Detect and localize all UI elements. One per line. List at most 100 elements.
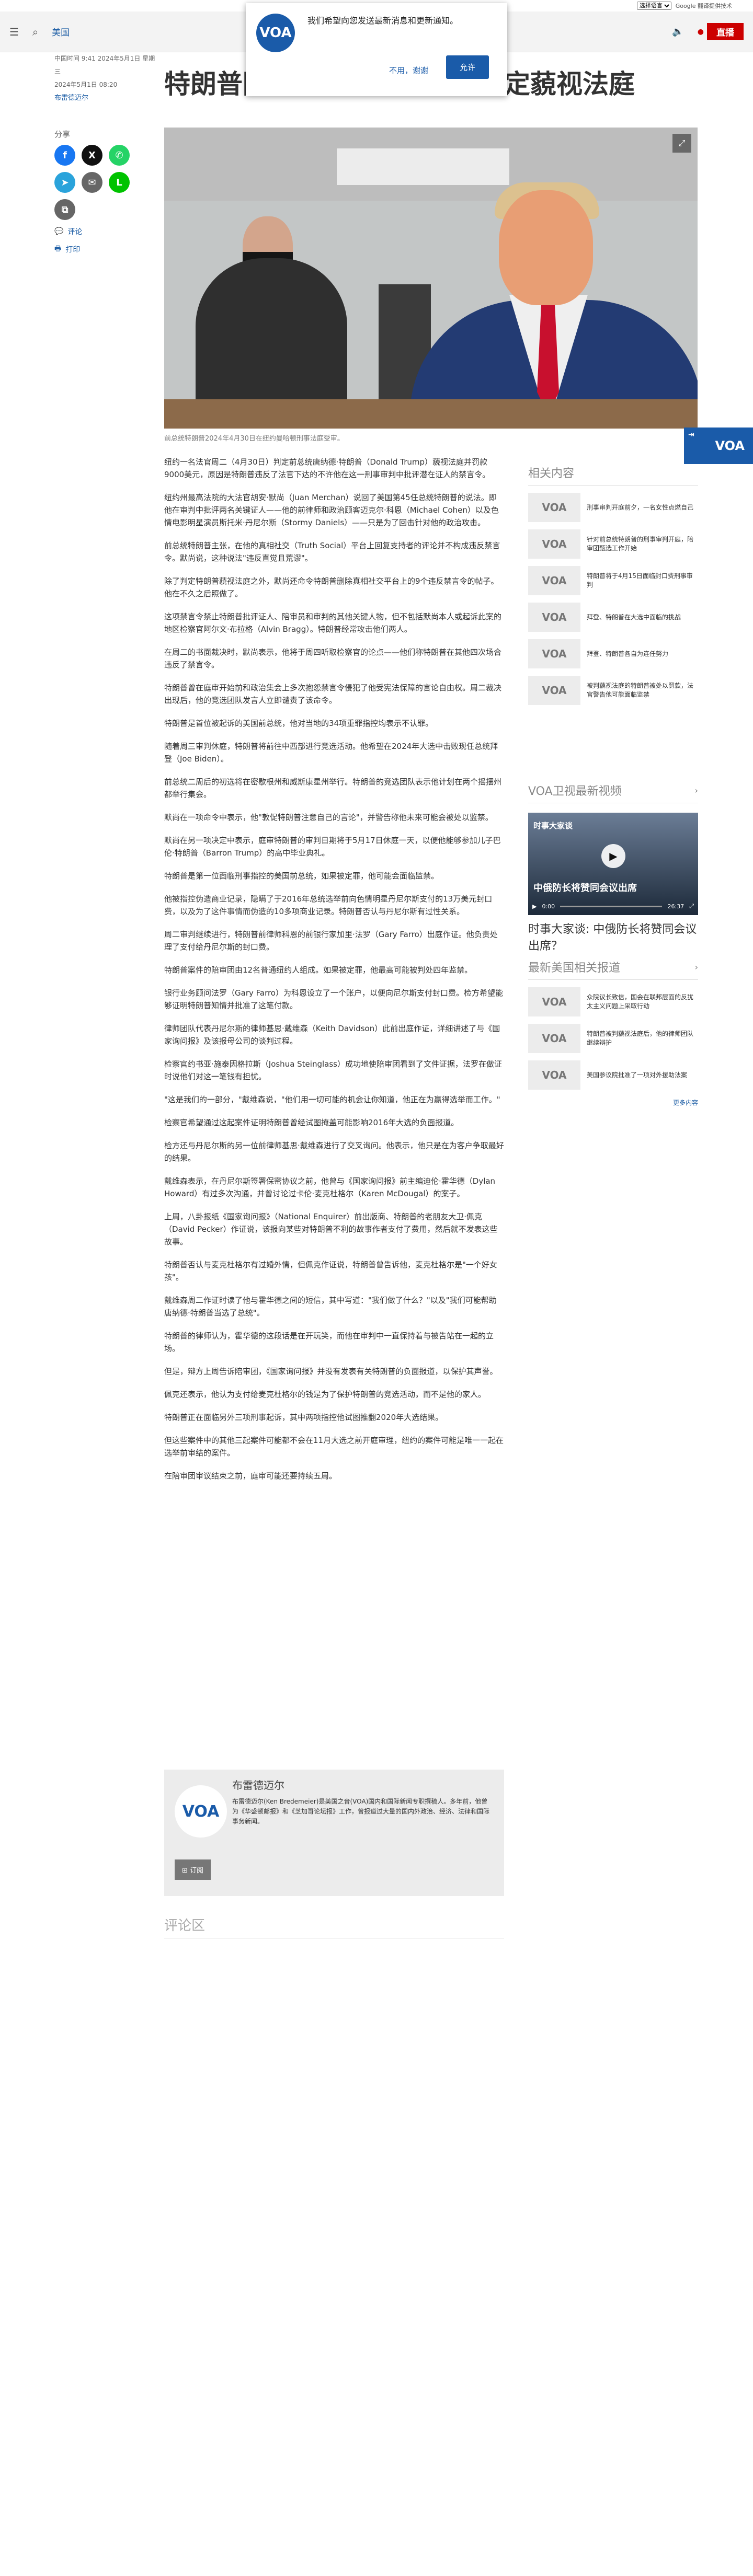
image-caption: 前总统特朗普2024年4月30日在纽约曼哈顿刑事法庭受审。	[164, 435, 344, 443]
item-title: 特朗普被判藐视法庭后，他的律师团队继续辩护	[587, 1030, 694, 1046]
copy-link-icon[interactable]: ⧉	[54, 199, 75, 220]
sidebar-list-item[interactable]: VOA 被判藐视法庭的特朗普被处以罚款，法官警告他可能面临监禁	[528, 676, 698, 705]
site-section-link[interactable]: 美国	[52, 25, 70, 38]
article-paragraph: 检方还与丹尼尔斯的另一位前律师基思·戴维森进行了交叉询问。他表示，他只是在为客户…	[164, 1141, 504, 1163]
item-title: 刑事审判开庭前夕，一名女性点燃自己	[587, 503, 694, 511]
video-title[interactable]: 时事大家谈: 中俄防长将赞同会议出席？	[528, 921, 698, 955]
article-paragraph: 银行业务顾问法罗（Gary Farro）为科恩设立了一个账户，以便向尼尔斯支付封…	[164, 988, 503, 1010]
expand-icon[interactable]: ⤢	[672, 134, 691, 153]
published-time: 2024年5月1日 08:20	[54, 81, 118, 88]
deny-button[interactable]: 不用，谢谢	[383, 60, 435, 81]
author-avatar: VOA	[175, 1785, 227, 1838]
print-icon: 🖶	[54, 245, 62, 253]
article-paragraph: 纽约一名法官周二（4月30日）判定前总统唐纳德·特朗普（Donald Trump…	[164, 457, 490, 479]
item-title: 美国参议院批准了一项对外援助法案	[587, 1071, 688, 1079]
live-link[interactable]: ● 直播	[698, 23, 744, 40]
print-label: 打印	[65, 246, 81, 254]
article-paragraph: "这是我们的一部分，"戴维森说，"他们用一切可能的机会让你知道，他正在为赢得选举…	[164, 1095, 500, 1104]
comments-heading: 评论区	[164, 1918, 206, 1934]
article-paragraph: 这项禁言令禁止特朗普批评证人、陪审员和审判的其他关键人物，但不包括默尚本人或起诉…	[164, 612, 502, 634]
sidebar-list-item[interactable]: VOA 刑事审判开庭前夕，一名女性点燃自己	[528, 493, 698, 522]
article-paragraph: 纽约州最高法院的大法官胡安·默尚（Juan Merchan）说回了美国第45任总…	[164, 493, 499, 527]
sidebar-list-item[interactable]: VOA 众院议长致信，国会在联邦层面的反犹太主义问题上采取行动	[528, 987, 698, 1016]
comments-label: 评论	[67, 228, 83, 236]
volume-icon[interactable]: 🔈	[672, 26, 683, 37]
article-paragraph: 佩克还表示，他认为支付给麦克杜格尔的钱是为了保护特朗普的竞选活动，而不是他的家人…	[164, 1390, 486, 1399]
latest-section: 最新美国相关报道 › VOA 众院议长致信，国会在联邦层面的反犹太主义问题上采取行动…	[528, 958, 698, 1107]
video-controls[interactable]: ▶ 0:00 26:37 ⤢	[532, 902, 694, 911]
article-paragraph: 前总统二周后的初选将在密歇根州和威斯康星州举行。特朗普的竞选团队表示他计划在两个…	[164, 777, 502, 799]
article-paragraph: 他被指控伪造商业记录，隐瞒了于2016年总统选举前向色情明星丹尼尔斯支付的13万…	[164, 894, 493, 916]
item-title: 拜登、特朗普各自为连任努力	[587, 650, 669, 657]
sidebar-list-item[interactable]: VOA 针对前总统特朗普的刑事审判开庭，陪审团甄选工作开始	[528, 529, 698, 559]
video-section: VOA卫视最新视频 › 时事大家谈 ▶ 中俄防长将赞同会议出席 ▶ 0:00 26…	[528, 782, 698, 955]
language-select[interactable]: 选择语言	[636, 2, 671, 10]
play-icon[interactable]: ▶	[601, 844, 625, 868]
author-bio: 布雷德迈尔(Ken Bredemeier)是美国之音(VOA)国内和国际新闻专职…	[232, 1798, 490, 1825]
sidebar-list-item[interactable]: VOA 特朗普将于4月15日面临封口费刑事审判	[528, 566, 698, 595]
seek-bar[interactable]	[560, 905, 663, 907]
related-section: 相关内容 VOA 刑事审判开庭前夕，一名女性点燃自己 VOA 针对前总统特朗普的刑事审…	[528, 464, 698, 705]
author-link[interactable]: 布雷德迈尔	[54, 91, 159, 105]
author-name[interactable]: 布雷德迈尔	[232, 1777, 284, 1792]
video-player[interactable]: 时事大家谈 ▶ 中俄防长将赞同会议出席 ▶ 0:00 26:37 ⤢	[528, 813, 698, 915]
sidebar-list-item[interactable]: VOA 拜登、特朗普各自为连任努力	[528, 639, 698, 668]
play-small-icon[interactable]: ▶	[532, 903, 537, 910]
updated-time: 中国时间 9:41 2024年5月1日 星期三	[54, 55, 155, 75]
more-link[interactable]: 更多内容	[528, 1098, 698, 1107]
chevron-right-icon: ›	[694, 962, 698, 972]
item-thumbnail: VOA	[528, 566, 580, 595]
article-paragraph: 随着周三审判休庭，特朗普将前往中西部进行竞选活动。他希望在2024年大选中击败现…	[164, 742, 498, 764]
item-thumbnail: VOA	[528, 987, 580, 1016]
author-box: VOA 布雷德迈尔 布雷德迈尔(Ken Bredemeier)是美国之音(VOA…	[164, 1770, 504, 1896]
allow-button[interactable]: 允许	[446, 55, 489, 79]
video-heading[interactable]: VOA卫视最新视频 ›	[528, 782, 698, 803]
rss-icon: ⊞	[182, 1867, 190, 1875]
arrow-icon: ⇥	[688, 431, 694, 439]
item-title: 特朗普将于4月15日面临封口费刑事审判	[587, 572, 693, 588]
sidebar-list-item[interactable]: VOA 拜登、特朗普在大选中面临的挑战	[528, 603, 698, 632]
video-overlay-title: 中俄防长将赞同会议出席	[533, 883, 637, 894]
voa-logo: VOA	[256, 14, 295, 52]
live-button[interactable]: 直播	[707, 23, 744, 40]
latest-heading[interactable]: 最新美国相关报道 ›	[528, 958, 698, 980]
article-paragraph: 特朗普是第一位面临刑事指控的美国前总统，如果被定罪，他可能会面临监禁。	[164, 871, 439, 881]
x-icon[interactable]: X	[82, 145, 102, 166]
facebook-icon[interactable]: f	[54, 145, 75, 166]
email-icon[interactable]: ✉	[82, 172, 102, 193]
search-icon[interactable]: ⌕	[32, 26, 38, 38]
sidebar-list-item[interactable]: VOA 美国参议院批准了一项对外援助法案	[528, 1060, 698, 1090]
line-icon[interactable]: L	[109, 172, 130, 193]
popup-message: 我们希望向您发送最新消息和更新通知。	[307, 16, 459, 26]
telegram-icon[interactable]: ➤	[54, 172, 75, 193]
article-body: 纽约一名法官周二（4月30日）判定前总统唐纳德·特朗普（Donald Trump…	[164, 456, 504, 1493]
item-title: 拜登、特朗普在大选中面临的挑战	[587, 613, 681, 621]
subscribe-label: 订阅	[190, 1867, 204, 1875]
fullscreen-icon[interactable]: ⤢	[689, 903, 694, 910]
article-paragraph: 特朗普曾在庭审开始前和政治集会上多次抱怨禁言令侵犯了他受宪法保障的言论自由权。周…	[164, 683, 502, 705]
subscribe-button[interactable]: ⊞ 订阅	[175, 1859, 211, 1880]
time-total: 26:37	[667, 903, 684, 910]
item-thumbnail: VOA	[528, 529, 580, 559]
video-overlay-top: 时事大家谈	[533, 821, 573, 830]
article-paragraph: 前总统特朗普主张，在他的真相社交（Truth Social）平台上回复支持者的评…	[164, 541, 500, 563]
print-link[interactable]: 🖶 打印	[54, 243, 159, 256]
live-dot-icon: ●	[697, 27, 704, 36]
article-paragraph: 周二审判继续进行，特朗普前律师科恩的前银行家加里·法罗（Gary Farro）出…	[164, 930, 498, 952]
whatsapp-icon[interactable]: ✆	[109, 145, 130, 166]
notification-popup: VOA 我们希望向您发送最新消息和更新通知。 不用，谢谢 允许	[246, 3, 507, 96]
float-logo: VOA	[715, 438, 745, 453]
menu-icon[interactable]: ☰	[9, 26, 19, 38]
floating-voa-tab[interactable]: ⇥ VOA	[684, 428, 753, 464]
comment-icon: 💬	[54, 227, 64, 236]
item-thumbnail: VOA	[528, 1024, 580, 1053]
item-title: 针对前总统特朗普的刑事审判开庭，陪审团甄选工作开始	[587, 536, 694, 552]
article-paragraph: 除了判定特朗普藐视法庭之外，默尚还命令特朗普删除真相社交平台上的9个违反禁言令的…	[164, 576, 499, 598]
sidebar-list-item[interactable]: VOA 特朗普被判藐视法庭后，他的律师团队继续辩护	[528, 1024, 698, 1053]
comments-link[interactable]: 💬 评论	[54, 226, 159, 237]
article-paragraph: 但这些案件中的其他三起案件可能都不会在11月大选之前开庭审理，纽约的案件可能是唯…	[164, 1436, 504, 1458]
article-paragraph: 戴维森周二作证时读了他与霍华德之间的短信，其中写道："我们做了什么？"以及"我们…	[164, 1296, 497, 1318]
article-paragraph: 特朗普正在面临另外三项刑事起诉，其中两项指控他试图推翻2020年大选结果。	[164, 1413, 443, 1422]
share-label: 分享	[54, 130, 71, 139]
item-thumbnail: VOA	[528, 1060, 580, 1090]
